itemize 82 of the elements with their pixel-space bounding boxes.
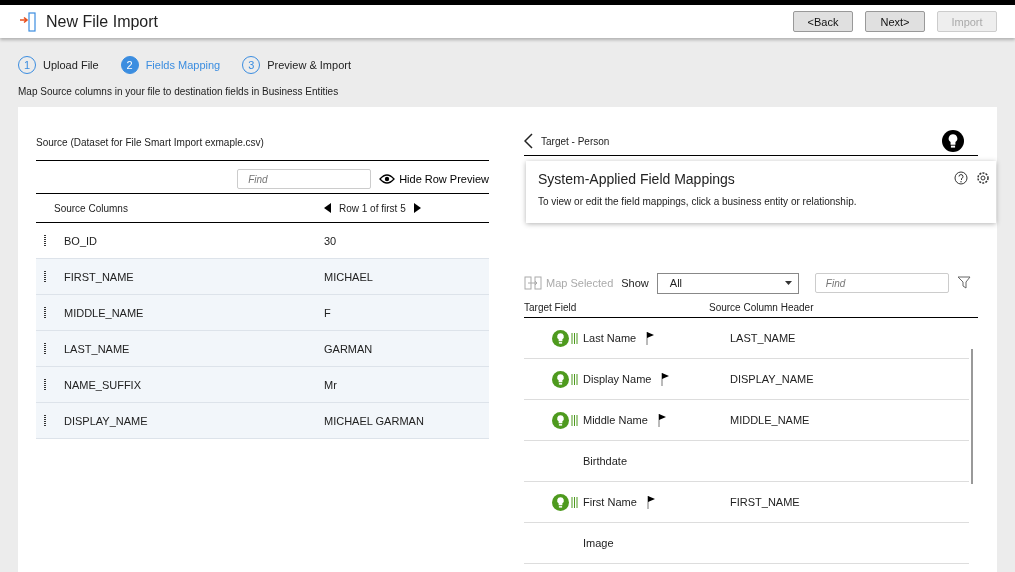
source-row[interactable]: NAME_SUFFIX Mr: [36, 367, 489, 403]
target-row[interactable]: Middle Name MIDDLE_NAME: [524, 400, 969, 441]
table-cell-text: NAME_SUFFIX: [63, 378, 142, 391]
lightbulb-icon: [552, 493, 569, 511]
target-field[interactable]: First Name: [583, 496, 637, 508]
column-header: Source Column Header: [709, 302, 815, 313]
help-icon[interactable]: [954, 171, 968, 185]
target-field[interactable]: Middle Name: [583, 414, 648, 426]
lightbulb-icon: [552, 411, 569, 429]
column-header: Target Field: [524, 302, 578, 313]
bars-icon: [571, 414, 578, 426]
hide-preview-toggle[interactable]: Hide Row Preview: [379, 173, 489, 185]
map-icon: [524, 276, 542, 290]
target-row[interactable]: First Name FIRST_NAME: [524, 482, 969, 523]
filter-icon[interactable]: [956, 276, 971, 290]
find-field[interactable]: Find: [237, 169, 372, 189]
drag-handle-icon[interactable]: [44, 378, 46, 391]
table-cell-text: DISPLAY_NAME: [63, 414, 149, 427]
table-cell-text: MIDDLE_NAME: [63, 306, 145, 319]
source-row[interactable]: DISPLAY_NAME MICHAEL GARMAN: [36, 403, 489, 439]
eye-icon: [379, 174, 396, 184]
table-cell-text: BO_ID: [63, 234, 98, 247]
source-row[interactable]: MIDDLE_NAME F: [36, 295, 489, 331]
target-field[interactable]: Birthdate: [583, 455, 628, 467]
wizard-step[interactable]: 1 Upload File: [18, 56, 99, 74]
source-row[interactable]: LAST_NAME GARMAN: [36, 331, 489, 367]
wizard-step[interactable]: 3 Preview & Import: [242, 56, 351, 74]
table-cell-text: Mr: [324, 378, 338, 391]
drag-handle-icon[interactable]: [44, 234, 46, 247]
drag-handle-icon[interactable]: [44, 270, 46, 283]
drag-handle-icon[interactable]: [44, 306, 46, 319]
target-field[interactable]: Last Name: [583, 332, 637, 344]
source-row[interactable]: FIRST_NAME MICHAEL: [36, 259, 489, 295]
bars-icon: [571, 496, 578, 508]
target-row[interactable]: Birthdate: [524, 441, 969, 482]
bars-icon: [571, 332, 578, 344]
table-cell-text: FIRST_NAME: [63, 270, 135, 283]
target-field[interactable]: Display Name: [583, 373, 652, 385]
target-field[interactable]: Image: [583, 537, 614, 549]
bars-icon: [571, 373, 578, 385]
popover-title: System-Applied Field Mappings: [538, 171, 735, 187]
header-button[interactable]: Next>: [865, 11, 925, 32]
previous-row-icon[interactable]: [324, 203, 331, 213]
settings-icon[interactable]: [976, 171, 990, 185]
popover-text: To view or edit the field mappings, click a business entity or relationship.: [538, 196, 858, 207]
show-label: Show: [621, 277, 649, 289]
table-cell-text: FIRST_NAME: [730, 496, 801, 508]
instructions-text: Map Source columns in your file to destination fields in Business Entities: [18, 86, 339, 97]
target-title: Target - Person: [541, 135, 610, 147]
table-cell-text: F: [324, 306, 332, 319]
find-field[interactable]: Find: [814, 273, 949, 293]
source-title: Source (Dataset for File Smart Import exmaple.csv): [36, 137, 489, 161]
table-cell-text: MICHAEL GARMAN: [324, 414, 425, 427]
table-cell-text: MICHAEL: [324, 270, 374, 283]
table-cell-text: LAST_NAME: [730, 332, 797, 344]
lightbulb-icon: [552, 370, 569, 388]
flag-icon: [646, 331, 655, 345]
import-icon: [20, 11, 36, 32]
caret-icon: [784, 281, 792, 285]
target-row[interactable]: Last Name LAST_NAME: [524, 318, 969, 359]
show-dropdown[interactable]: All: [656, 272, 799, 294]
table-cell-text: DISPLAY_NAME: [730, 373, 815, 385]
target-row[interactable]: Image: [524, 523, 969, 564]
table-cell-text: MIDDLE_NAME: [730, 414, 811, 426]
column-header: Source Columns: [54, 202, 129, 214]
header-button[interactable]: <Back: [793, 11, 853, 32]
table-cell-text: 30: [324, 234, 338, 247]
next-row-icon[interactable]: [413, 203, 421, 213]
scrollbar[interactable]: [971, 349, 973, 484]
back-icon[interactable]: [524, 133, 533, 149]
drag-handle-icon[interactable]: [44, 342, 46, 355]
flag-icon: [661, 372, 670, 386]
window-title: New File Import: [46, 12, 160, 31]
table-cell-text: GARMAN: [324, 342, 374, 355]
lightbulb-icon[interactable]: [942, 130, 964, 152]
lightbulb-icon: [552, 329, 569, 347]
flag-icon: [646, 495, 655, 509]
target-row[interactable]: Display Name DISPLAY_NAME: [524, 359, 969, 400]
drag-handle-icon[interactable]: [44, 414, 46, 427]
row-counter: Row 1 of first 5: [339, 202, 406, 214]
table-cell-text: LAST_NAME: [63, 342, 131, 355]
flag-icon: [657, 413, 666, 427]
